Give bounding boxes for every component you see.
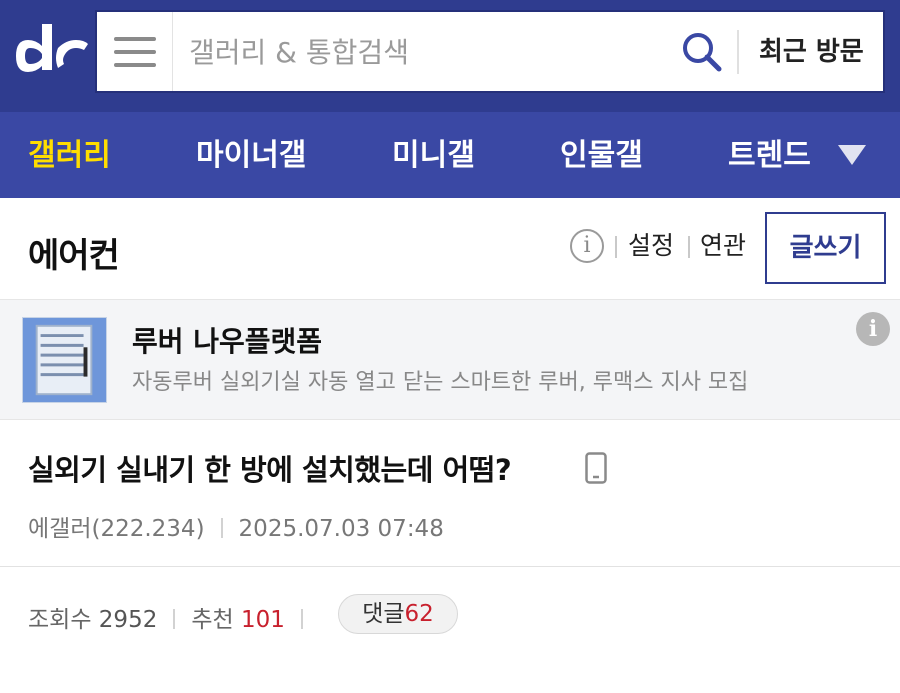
related-link[interactable]: 연관	[700, 230, 746, 262]
top-header: 최근 방문	[0, 0, 900, 112]
post-meta: 에갤러(222.234) 2025.07.03 07:48	[28, 509, 444, 543]
post-stats: 조회수 2952 추천 101	[28, 600, 319, 634]
ad-info-icon[interactable]: i	[856, 312, 890, 346]
write-post-button[interactable]: 글쓰기	[765, 212, 886, 284]
gallery-title-bar: 에어컨 i 설정 연관 글쓰기	[0, 198, 900, 300]
ad-thumbnail[interactable]	[22, 317, 107, 403]
post-title: 실외기 실내기 한 방에 설치했는데 어떰?	[28, 453, 512, 487]
separator	[220, 518, 223, 538]
nav-item-minor-gallery[interactable]: 마이너갤	[196, 136, 306, 176]
separator	[688, 236, 690, 258]
views-label: 조회수	[28, 607, 92, 633]
views-count: 2952	[98, 607, 158, 633]
chevron-down-icon[interactable]	[838, 145, 866, 165]
separator	[300, 609, 303, 629]
separator	[615, 236, 617, 258]
recent-visit-button[interactable]: 최근 방문	[759, 32, 864, 72]
comments-button[interactable]: 댓글62	[338, 594, 458, 634]
menu-line	[113, 36, 156, 41]
search-input[interactable]	[189, 32, 649, 72]
comments-count: 62	[404, 601, 434, 627]
recommend-label: 추천	[191, 607, 234, 633]
gallery-title[interactable]: 에어컨	[28, 228, 120, 277]
comments-label: 댓글	[362, 601, 405, 627]
nav-item-trend[interactable]: 트렌드	[728, 136, 811, 176]
nav-item-person-gallery[interactable]: 인물갤	[560, 136, 643, 176]
search-icon[interactable]	[680, 30, 724, 74]
ad-title[interactable]: 루버 나우플랫폼	[132, 320, 322, 360]
settings-link[interactable]: 설정	[628, 230, 674, 262]
dc-logo[interactable]	[10, 18, 90, 78]
separator	[173, 609, 176, 629]
recommend-count: 101	[240, 607, 285, 633]
main-nav: 갤러리 마이너갤 미니갤 인물갤 트렌드	[0, 112, 900, 198]
search-box: 최근 방문	[95, 10, 885, 93]
ad-description[interactable]: 자동루버 실외기실 자동 열고 닫는 스마트한 루버, 루맥스 지사 모집	[132, 364, 748, 396]
nav-item-gallery[interactable]: 갤러리	[28, 136, 111, 176]
info-icon[interactable]: i	[570, 229, 604, 263]
hamburger-menu-button[interactable]	[97, 12, 173, 91]
divider	[0, 566, 900, 567]
post-author[interactable]: 에갤러(222.234)	[28, 516, 205, 542]
post-datetime: 2025.07.03 07:48	[238, 516, 444, 542]
menu-line	[113, 62, 156, 67]
ad-banner[interactable]: 루버 나우플랫폼 자동루버 실외기실 자동 열고 닫는 스마트한 루버, 루맥스…	[0, 300, 900, 420]
mobile-phone-icon	[585, 452, 607, 484]
nav-item-mini-gallery[interactable]: 미니갤	[392, 136, 475, 176]
search-divider	[737, 30, 739, 74]
menu-line	[113, 49, 156, 54]
